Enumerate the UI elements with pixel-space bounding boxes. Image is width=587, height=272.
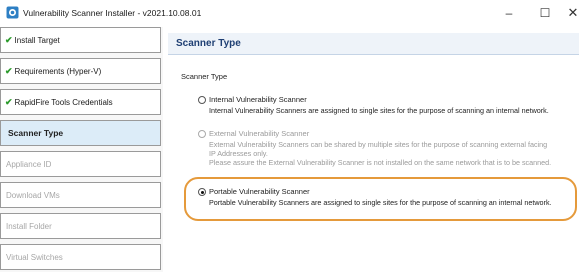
app-icon (6, 6, 19, 19)
step-install-target[interactable]: ✔ Install Target (0, 27, 161, 53)
option-description: Portable Vulnerability Scanners are assi… (209, 198, 552, 207)
main-panel: Scanner Type Scanner Type Internal Vulne… (168, 27, 587, 272)
step-credentials[interactable]: ✔ RapidFire Tools Credentials (0, 89, 161, 115)
step-download-vms[interactable]: Download VMs (0, 182, 161, 208)
step-label: RapidFire Tools Credentials (14, 97, 113, 107)
group-label: Scanner Type (181, 72, 228, 81)
option-description: Internal Vulnerability Scanners are assi… (209, 106, 549, 115)
check-icon: ✔ (5, 65, 13, 76)
step-virtual-switches[interactable]: Virtual Switches (0, 244, 161, 270)
check-icon: ✔ (5, 96, 13, 107)
step-install-folder[interactable]: Install Folder (0, 213, 161, 239)
wizard-steps-sidebar: ✔ Install Target ✔ Requirements (Hyper-V… (0, 27, 163, 272)
check-icon: ✔ (5, 34, 13, 45)
step-scanner-type[interactable]: Scanner Type (0, 120, 161, 146)
section-header: Scanner Type (168, 33, 579, 55)
step-requirements[interactable]: ✔ Requirements (Hyper-V) (0, 58, 161, 84)
step-label: Download VMs (6, 190, 60, 200)
option-label: Portable Vulnerability Scanner (209, 187, 310, 196)
step-label: Install Target (14, 35, 60, 45)
step-label: Install Folder (6, 221, 52, 231)
window-title: Vulnerability Scanner Installer - v2021.… (23, 8, 202, 18)
step-label: Scanner Type (8, 128, 64, 138)
maximize-button[interactable]: ☐ (532, 4, 558, 22)
option-label: Internal Vulnerability Scanner (209, 95, 307, 104)
radio-external-scanner[interactable] (198, 130, 206, 138)
step-label: Appliance ID (6, 159, 52, 169)
radio-internal-scanner[interactable] (198, 96, 206, 104)
close-button[interactable]: ✕ (560, 4, 586, 22)
radio-portable-scanner[interactable] (198, 188, 206, 196)
minimize-button[interactable]: – (496, 4, 522, 22)
option-description: Please assure the External Vulnerability… (209, 158, 552, 167)
option-label: External Vulnerability Scanner (209, 129, 310, 138)
step-label: Virtual Switches (6, 252, 63, 262)
step-label: Requirements (Hyper-V) (14, 66, 102, 76)
title-bar: Vulnerability Scanner Installer - v2021.… (0, 0, 587, 27)
step-appliance-id[interactable]: Appliance ID (0, 151, 161, 177)
page-title: Scanner Type (176, 38, 241, 49)
